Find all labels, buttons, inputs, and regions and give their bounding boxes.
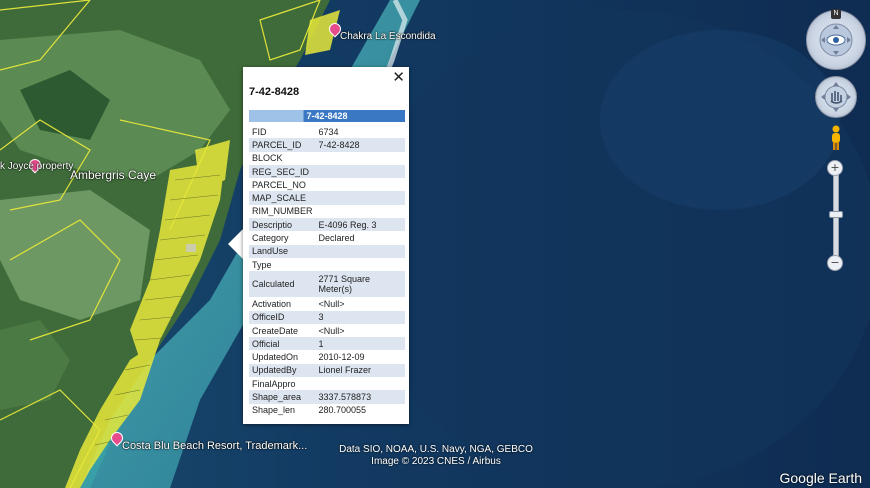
attribute-row: REG_SEC_ID [249,164,405,179]
popup-title: 7-42-8428 [249,86,300,98]
place-label-costa-blu[interactable]: Costa Blu Beach Resort, Trademark... [122,440,307,452]
attribute-row: Category Declared [249,231,405,245]
attribute-key: UpdatedBy [249,363,316,378]
attribute-value [315,257,405,272]
pegman-icon[interactable] [829,125,843,151]
eye-icon[interactable] [807,11,865,69]
attribute-value [315,151,405,165]
place-label-ambergris: Ambergris Caye [70,168,157,182]
attribute-key: Type [249,257,316,272]
attribute-row: MAP_SCALE [249,191,405,205]
zoom-out-button[interactable]: − [827,255,843,271]
attribute-value [315,178,405,192]
attribute-value [315,164,405,179]
attribute-value: 280.700055 [315,403,405,417]
map-attribution: Data SIO, NOAA, U.S. Navy, NGA, GEBCO Im… [336,444,536,468]
attribute-row: FinalAppro [249,377,405,391]
attribute-row: RIM_NUMBER [249,204,405,219]
attribute-row: PARCEL_ID 7-42-8428 [249,138,405,152]
attribute-key: REG_SEC_ID [249,164,316,179]
attribute-key: LandUse [249,244,316,258]
attribute-key: RIM_NUMBER [249,204,316,219]
attribute-key: Calculated [249,271,316,298]
attribute-key: PARCEL_NO [249,178,316,192]
attribute-key: Category [249,231,316,245]
attribute-row: FID 6734 [249,125,405,139]
attribute-value: 6734 [315,125,405,139]
attribution-image: Image © 2023 CNES / Airbus [371,456,501,467]
attribute-key: Shape_len [249,403,316,417]
attribute-row: OfficeID 3 [249,310,405,324]
attribute-key: Shape_area [249,390,316,404]
attribute-row: PARCEL_NO [249,178,405,192]
place-label-chakra[interactable]: Chakra La Escondida [340,31,436,42]
attribute-key: UpdatedOn [249,350,316,364]
attribute-key: MAP_SCALE [249,191,316,205]
place-label-joyce[interactable]: k Joyce property [0,161,73,172]
attribute-row: Type [249,257,405,272]
attribute-key: Activation [249,297,316,311]
zoom-slider-thumb[interactable] [829,211,843,218]
satellite-map[interactable] [0,0,870,488]
attribute-row: UpdatedBy Lionel Frazer [249,363,405,378]
feature-info-popup: ✕ 7-42-8428 7-42-8428 FID 6734 PARCEL_ID 7-… [243,67,409,424]
attribute-value: E-4096 Reg. 3 [315,218,405,232]
move-control[interactable] [815,76,857,118]
attribute-key: CreateDate [249,323,316,338]
attribute-row: UpdatedOn 2010-12-09 [249,350,405,364]
google-earth-logo: Google Earth [779,470,863,486]
attribute-key: Official [249,337,316,351]
attribute-row: CreateDate <Null> [249,323,405,338]
zoom-in-button[interactable]: + [827,160,843,176]
attribute-key: OfficeID [249,310,316,324]
attribute-row: Calculated 2771 Square Meter(s) [249,271,405,298]
attribute-value: 7-42-8428 [315,138,405,152]
attribute-value: <Null> [315,323,405,338]
attribute-key: FinalAppro [249,377,316,391]
attribute-value [315,244,405,258]
attribute-row: Descriptio E-4096 Reg. 3 [249,218,405,232]
attribute-row: Shape_area 3337.578873 [249,390,405,404]
popup-header-bar: 7-42-8428 [249,110,405,122]
attribute-value: 2010-12-09 [315,350,405,364]
attribute-value: Lionel Frazer [315,363,405,378]
attribute-row: Activation <Null> [249,297,405,311]
attribute-value: 3337.578873 [315,390,405,404]
attribute-value [315,377,405,391]
attribute-key: BLOCK [249,151,316,165]
hand-icon[interactable] [816,77,856,117]
attribute-row: Shape_len 280.700055 [249,403,405,417]
attribute-value [315,191,405,205]
close-icon[interactable]: ✕ [392,68,405,86]
attribute-row: Official 1 [249,337,405,351]
attribute-row: BLOCK [249,151,405,165]
attribute-value: 1 [315,337,405,351]
look-around-control[interactable]: N [806,9,866,70]
attribute-value: 3 [315,310,405,324]
attribution-data: Data SIO, NOAA, U.S. Navy, NGA, GEBCO [339,444,533,455]
attribute-value: Declared [315,231,405,245]
attribute-value: 2771 Square Meter(s) [315,271,405,298]
attribute-row: LandUse [249,244,405,258]
popup-tail [228,228,244,260]
attribute-key: PARCEL_ID [249,138,316,152]
attribute-value: <Null> [315,297,405,311]
attribute-table: FID 6734 PARCEL_ID 7-42-8428 BLOCK REG_SEC_ID… [249,125,405,417]
attribute-key: FID [249,125,316,139]
attribute-value [315,204,405,219]
attribute-key: Descriptio [249,218,316,232]
